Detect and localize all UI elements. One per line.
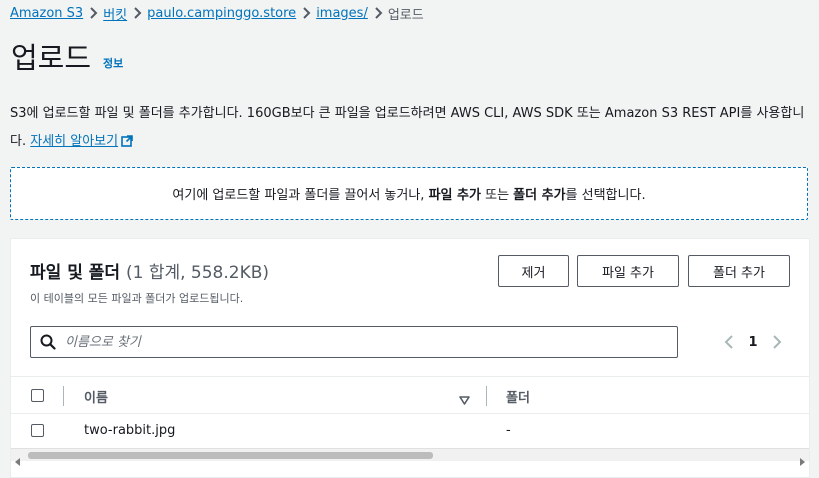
page-description: S3에 업로드할 파일 및 폴더를 추가합니다. 160GB보다 큰 파일을 업… <box>10 100 810 158</box>
page-title: 업로드 <box>11 41 92 75</box>
column-header-folder: 폴더 <box>506 391 530 406</box>
dropzone-add-files: 파일 추가 <box>428 188 481 203</box>
panel-count: (1 합계, 558.2KB) <box>125 263 270 283</box>
column-header-name[interactable]: 이름 <box>84 387 108 406</box>
pagination: 1 <box>717 333 789 351</box>
info-link[interactable]: 정보 <box>103 55 123 71</box>
breadcrumb-item-amazon-s3[interactable]: Amazon S3 <box>10 6 83 21</box>
add-folder-button[interactable]: 폴더 추가 <box>688 255 790 287</box>
external-link-icon <box>121 130 133 158</box>
sort-down-icon[interactable] <box>459 390 470 409</box>
file-folder: - <box>506 423 511 438</box>
chevron-right-icon <box>296 7 316 19</box>
scroll-left-icon[interactable] <box>14 451 22 470</box>
add-files-button[interactable]: 파일 추가 <box>577 255 679 287</box>
panel-title-text: 파일 및 폴더 <box>30 263 121 283</box>
table-row: two-rabbit.jpg - <box>11 414 809 448</box>
remove-button[interactable]: 제거 <box>498 255 569 287</box>
dropzone-prefix: 여기에 업로드할 파일과 폴더를 끌어서 놓거나, <box>172 188 425 203</box>
breadcrumb-item-buckets[interactable]: 버킷 <box>103 4 127 23</box>
search-box[interactable] <box>30 326 678 358</box>
scroll-right-icon[interactable] <box>798 451 806 470</box>
panel-subtitle: 이 테이블의 모든 파일과 폴더가 업로드됩니다. <box>30 292 244 305</box>
files-folders-panel: 파일 및 폴더 (1 합계, 558.2KB) 이 테이블의 모든 파일과 폴더… <box>10 238 810 478</box>
previous-page-icon[interactable] <box>717 335 741 349</box>
dropzone-add-folder: 폴더 추가 <box>513 188 566 203</box>
chevron-right-icon <box>127 7 147 19</box>
learn-more-link[interactable]: 자세히 알아보기 <box>30 134 133 149</box>
learn-more-label: 자세히 알아보기 <box>30 134 119 149</box>
breadcrumb-current: 업로드 <box>387 7 424 23</box>
upload-dropzone[interactable]: 여기에 업로드할 파일과 폴더를 끌어서 놓거나, 파일 추가 또는 폴더 추가… <box>10 167 808 220</box>
table-header: 이름 폴더 <box>11 376 809 414</box>
row-checkbox[interactable] <box>31 424 44 437</box>
chevron-right-icon <box>368 7 388 19</box>
current-page-number[interactable]: 1 <box>741 335 765 350</box>
scrollbar-thumb[interactable] <box>28 452 433 459</box>
dropzone-middle: 또는 <box>485 188 510 203</box>
next-page-icon[interactable] <box>765 335 789 349</box>
chevron-right-icon <box>83 7 103 19</box>
column-divider[interactable] <box>486 386 487 406</box>
column-divider <box>63 386 64 406</box>
breadcrumb: Amazon S3 버킷 paulo.campinggo.store image… <box>10 2 424 24</box>
dropzone-suffix: 를 선택합니다. <box>565 188 646 203</box>
horizontal-scrollbar[interactable] <box>11 448 809 466</box>
file-name: two-rabbit.jpg <box>84 423 176 438</box>
search-input[interactable] <box>65 334 665 350</box>
breadcrumb-item-folder[interactable]: images/ <box>316 6 368 21</box>
search-icon <box>40 334 56 350</box>
breadcrumb-item-bucket[interactable]: paulo.campinggo.store <box>147 6 296 21</box>
select-all-checkbox[interactable] <box>31 389 44 402</box>
panel-title: 파일 및 폴더 (1 합계, 558.2KB) <box>30 258 269 283</box>
